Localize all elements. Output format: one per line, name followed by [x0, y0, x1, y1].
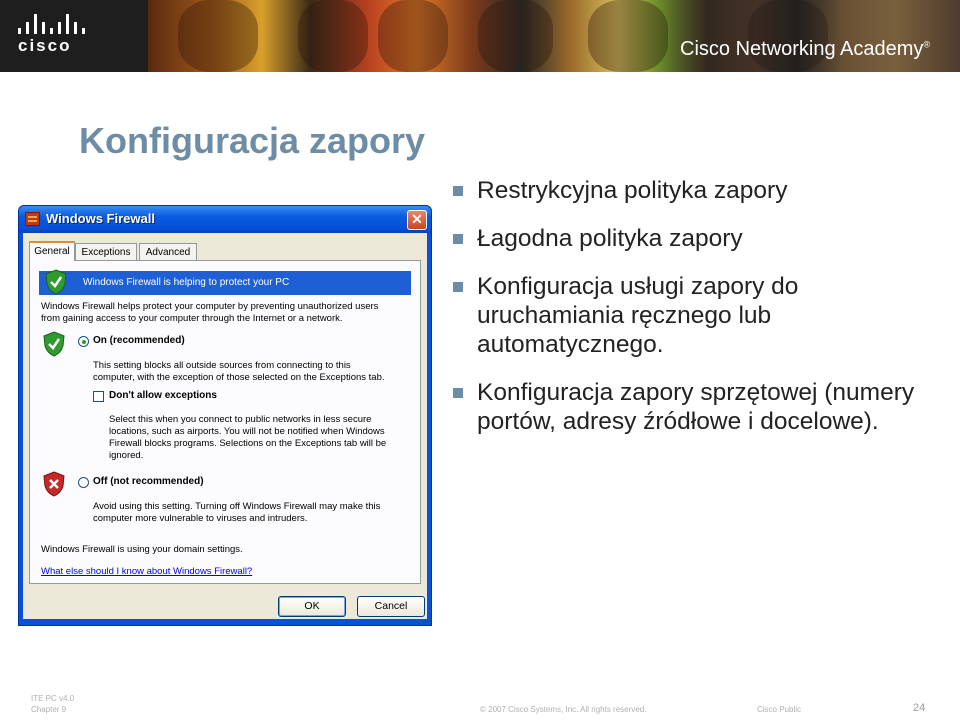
academy-trademark: ® — [923, 39, 931, 50]
footer-copyright: © 2007 Cisco Systems, Inc. All rights re… — [480, 705, 647, 714]
windows-firewall-dialog: Windows Firewall ✕ General Exceptions Ad… — [18, 205, 432, 626]
footer-classification: Cisco Public — [757, 705, 802, 714]
slide-title: Konfiguracja zapory — [79, 120, 426, 161]
bullet-text: Łagodna polityka zapory — [477, 225, 743, 252]
cancel-button[interactable]: Cancel — [357, 596, 425, 617]
banner-face — [478, 0, 553, 72]
dont-allow-description-line: Select this when you connect to public n… — [109, 414, 372, 425]
bullet-text: Konfiguracja zapory sprzętowej (numery p… — [477, 379, 915, 435]
cisco-wordmark: cisco — [18, 36, 72, 55]
shield-x-icon — [43, 471, 65, 497]
off-label[interactable]: Off (not recommended) — [93, 476, 204, 487]
bullet-list: Restrykcyjna polityka zapory Łagodna pol… — [453, 176, 923, 455]
header-banner: cisco Cisco Networking Academy® — [0, 0, 960, 72]
bullet-text: Restrykcyjna polityka zapory — [477, 177, 788, 204]
on-label[interactable]: On (recommended) — [93, 335, 185, 346]
status-message: Windows Firewall is helping to protect y… — [83, 277, 290, 288]
bullet-item: Łagodna polityka zapory — [453, 224, 923, 253]
off-radio[interactable] — [78, 477, 89, 488]
banner-face — [588, 0, 668, 72]
banner-face — [178, 0, 258, 72]
close-button[interactable]: ✕ — [407, 210, 427, 230]
on-description-line: This setting blocks all outside sources … — [93, 360, 351, 371]
dialog-client-area: General Exceptions Advanced Windows Fire… — [23, 233, 427, 619]
shield-check-icon — [43, 331, 65, 357]
bullet-square-icon — [453, 388, 463, 398]
footer-chapter: Chapter 9 — [31, 705, 67, 714]
footer-course: ITE PC v4.0 — [31, 694, 75, 703]
bullet-text: Konfiguracja usługi zapory do uruchamian… — [477, 273, 799, 358]
banner-overlay — [660, 0, 960, 72]
bullet-item: Restrykcyjna polityka zapory — [453, 176, 923, 205]
cisco-bars-icon — [18, 14, 86, 34]
banner-face — [378, 0, 448, 72]
academy-label: Cisco Networking Academy® — [680, 38, 930, 61]
on-description-line: computer, with the exception of those se… — [93, 372, 385, 383]
shield-check-icon — [45, 269, 67, 295]
academy-text: Cisco Networking Academy — [680, 38, 924, 60]
tab-general[interactable]: General — [29, 241, 75, 261]
on-radio[interactable] — [78, 336, 89, 347]
firewall-brick-icon — [25, 212, 40, 226]
bullet-item: Konfiguracja usługi zapory do uruchamian… — [453, 272, 923, 359]
dialog-title: Windows Firewall — [46, 211, 155, 226]
bullet-square-icon — [453, 234, 463, 244]
off-description-line: computer more vulnerable to viruses and … — [93, 513, 308, 524]
dont-allow-description-line: locations, such as airports. You will no… — [109, 426, 385, 437]
help-link[interactable]: What else should I know about Windows Fi… — [41, 566, 252, 577]
off-description-line: Avoid using this setting. Turning off Wi… — [93, 501, 381, 512]
tab-exceptions[interactable]: Exceptions — [75, 243, 137, 260]
dialog-titlebar[interactable]: Windows Firewall ✕ — [19, 206, 431, 233]
dont-allow-description-line: Firewall blocks programs. Selections on … — [109, 438, 387, 449]
bullet-square-icon — [453, 282, 463, 292]
intro-line: from gaining access to your computer thr… — [41, 313, 343, 324]
bullet-item: Konfiguracja zapory sprzętowej (numery p… — [453, 378, 923, 436]
dont-allow-exceptions-checkbox[interactable] — [93, 391, 104, 402]
ok-button[interactable]: OK — [278, 596, 346, 617]
banner-face — [298, 0, 368, 72]
bullet-square-icon — [453, 186, 463, 196]
cisco-logo: cisco — [18, 14, 98, 58]
dont-allow-exceptions-label[interactable]: Don't allow exceptions — [109, 390, 217, 401]
tab-advanced[interactable]: Advanced — [139, 243, 197, 260]
intro-line: Windows Firewall helps protect your comp… — [41, 301, 379, 312]
page-number: 24 — [913, 702, 926, 714]
dont-allow-description-line: ignored. — [109, 450, 144, 461]
domain-settings-text: Windows Firewall is using your domain se… — [41, 544, 243, 555]
